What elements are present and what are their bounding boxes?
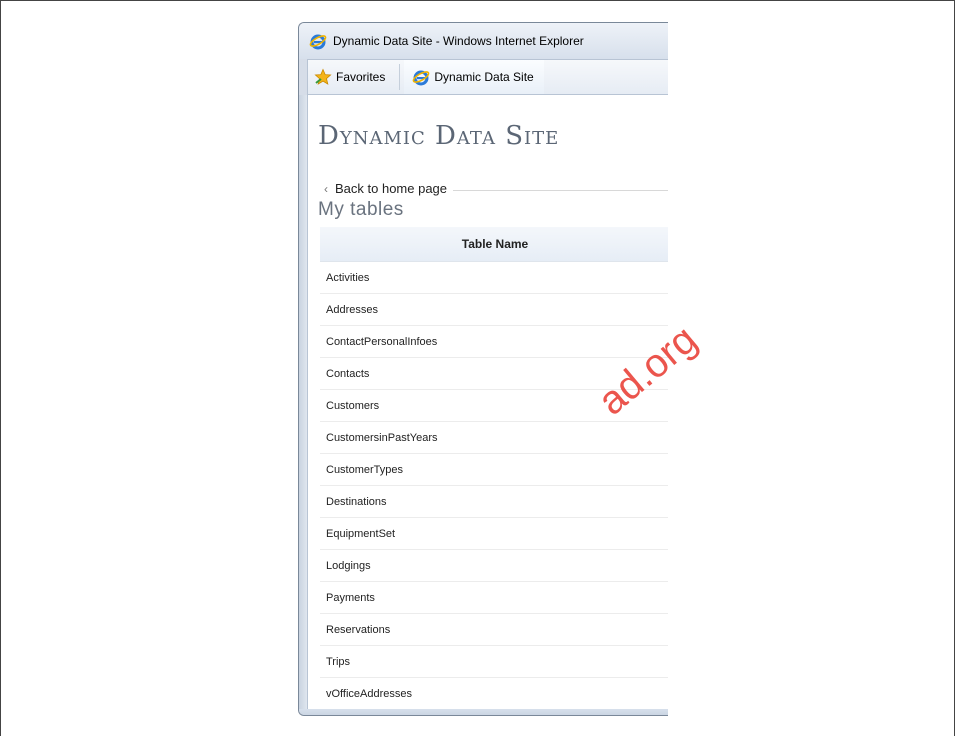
table-row: CustomerTypes: [320, 453, 668, 486]
table-cell: CustomersinPastYears: [320, 421, 668, 454]
table-cell: Activities: [320, 261, 668, 294]
window-left-edge: [299, 95, 307, 709]
table-link[interactable]: Reservations: [326, 624, 390, 636]
table-row: Reservations: [320, 613, 668, 646]
section-title: My tables: [318, 199, 404, 220]
column-header-table-name: Table Name: [320, 227, 668, 262]
table-cell: Contacts: [320, 357, 668, 390]
table-cell: Reservations: [320, 613, 668, 646]
tab-dynamic-data-site[interactable]: Dynamic Data Site: [404, 60, 544, 94]
table-row: EquipmentSet: [320, 517, 668, 550]
table-cell: vOfficeAddresses: [320, 677, 668, 710]
back-row: ‹ Back to home page: [324, 181, 668, 196]
tab-label: Dynamic Data Site: [434, 70, 534, 84]
tables-grid: Table Name Activities Addresses ContactPer…: [320, 227, 668, 715]
table-link[interactable]: Customers: [326, 400, 379, 412]
title-bar[interactable]: Dynamic Data Site - Windows Internet Exp…: [299, 23, 668, 59]
toolbar-divider: [399, 64, 401, 90]
internet-explorer-icon: [412, 68, 430, 86]
table-row: Trips: [320, 645, 668, 678]
table-row: Destinations: [320, 485, 668, 518]
table-row: Addresses: [320, 293, 668, 326]
favorites-button[interactable]: Favorites: [308, 60, 395, 94]
table-header-row: Table Name: [320, 227, 668, 262]
table-link[interactable]: vOfficeAddresses: [326, 688, 412, 700]
table-row: Contacts: [320, 357, 668, 390]
browser-window: Dynamic Data Site - Windows Internet Exp…: [298, 22, 668, 716]
chevron-left-icon: ‹: [324, 181, 328, 196]
table-link[interactable]: CustomerTypes: [326, 464, 403, 476]
table-row: CustomersinPastYears: [320, 421, 668, 454]
star-icon: [314, 68, 332, 86]
table-cell: EquipmentSet: [320, 517, 668, 550]
table-link[interactable]: ContactPersonalInfoes: [326, 336, 437, 348]
table-row: Activities: [320, 261, 668, 294]
table-link[interactable]: Activities: [326, 272, 369, 284]
table-cell: Addresses: [320, 293, 668, 326]
page-content: Dynamic Data Site ‹ Back to home page My…: [307, 95, 668, 715]
table-cell: Destinations: [320, 485, 668, 518]
back-to-home-link[interactable]: Back to home page: [335, 181, 447, 196]
table-link[interactable]: CustomersinPastYears: [326, 432, 437, 444]
table-row: ContactPersonalInfoes: [320, 325, 668, 358]
internet-explorer-icon: [309, 32, 327, 50]
table-link[interactable]: Contacts: [326, 368, 369, 380]
table-link[interactable]: Payments: [326, 592, 375, 604]
table-link[interactable]: Destinations: [326, 496, 387, 508]
divider: [453, 189, 668, 191]
favorites-bar: Favorites Dynamic Data Site: [307, 59, 668, 95]
status-bar: [299, 709, 668, 715]
table-cell: Customers: [320, 389, 668, 422]
table-row: vOfficeAddresses: [320, 677, 668, 710]
table-link[interactable]: Trips: [326, 656, 350, 668]
table-cell: Trips: [320, 645, 668, 678]
table-row: Payments: [320, 581, 668, 614]
table-row: Customers: [320, 389, 668, 422]
table-cell: Payments: [320, 581, 668, 614]
page-title: Dynamic Data Site: [318, 121, 560, 151]
table-cell: ContactPersonalInfoes: [320, 325, 668, 358]
table-link[interactable]: EquipmentSet: [326, 528, 395, 540]
favorites-label: Favorites: [336, 70, 386, 84]
table-cell: Lodgings: [320, 549, 668, 582]
table-row: Lodgings: [320, 549, 668, 582]
table-cell: CustomerTypes: [320, 453, 668, 486]
window-title: Dynamic Data Site - Windows Internet Exp…: [333, 34, 584, 48]
table-link[interactable]: Lodgings: [326, 560, 371, 572]
table-link[interactable]: Addresses: [326, 304, 378, 316]
